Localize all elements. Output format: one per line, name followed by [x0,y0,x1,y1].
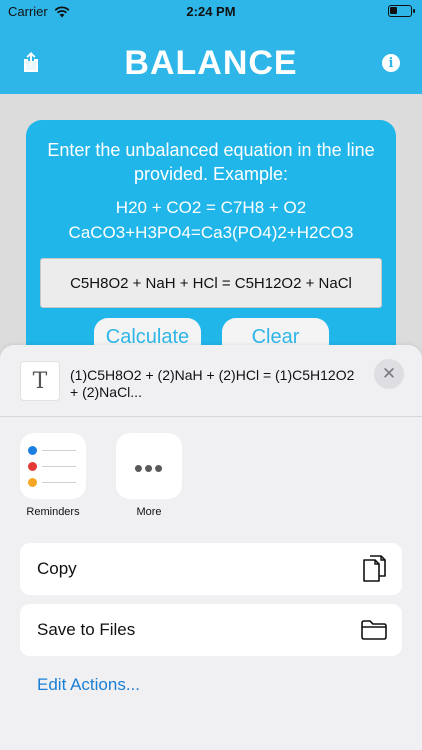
reminders-icon [20,433,86,499]
save-to-files-label: Save to Files [37,620,136,639]
app-tile-label: More [136,506,162,518]
save-to-files-action[interactable]: Save to Files [20,604,402,656]
app-title: BALANCE [124,44,298,82]
copy-icon [363,555,386,582]
status-bar: Carrier 2:24 PM [0,0,422,24]
share-sheet: T (1)C5H8O2 + (2)NaH + (2)HCl = (1)C5H12… [0,345,422,750]
equation-input[interactable] [40,258,382,308]
reminder-dot-blue [28,446,37,455]
reminder-line [42,450,76,451]
battery-level [390,7,397,14]
reminder-line [42,466,76,467]
edit-actions-link[interactable]: Edit Actions... [37,675,140,695]
info-icon[interactable]: i [382,54,400,72]
share-preview: T (1)C5H8O2 + (2)NaH + (2)HCl = (1)C5H12… [0,345,422,417]
app-tile-reminders[interactable]: Reminders [20,433,86,518]
reminder-dot-red [28,462,37,471]
reminder-line [42,482,76,483]
close-icon: ✕ [381,364,397,383]
app-tile-label: Reminders [26,506,80,518]
status-time: 2:24 PM [186,4,236,19]
instructions-text: Enter the unbalanced equation in the lin… [47,140,375,184]
copy-action[interactable]: Copy [20,543,402,595]
reminder-dot-orange [28,478,37,487]
more-icon: ••• [116,433,182,499]
folder-icon [361,620,387,640]
app-tile-more[interactable]: ••• More [116,433,182,518]
close-button[interactable]: ✕ [374,359,404,389]
example-line-2: CaCO3+H3PO4=Ca3(PO4)2+H2CO3 [68,223,354,242]
text-document-glyph: T [32,368,48,394]
text-document-icon: T [20,361,60,401]
battery-icon [388,5,415,17]
copy-label: Copy [37,559,77,578]
preview-text: (1)C5H8O2 + (2)NaH + (2)HCl = (1)C5H12O2… [70,367,355,400]
example-line-1: H20 + CO2 = C7H8 + O2 [115,198,307,217]
more-dots: ••• [133,453,165,483]
app-header: BALANCE i [0,24,422,94]
